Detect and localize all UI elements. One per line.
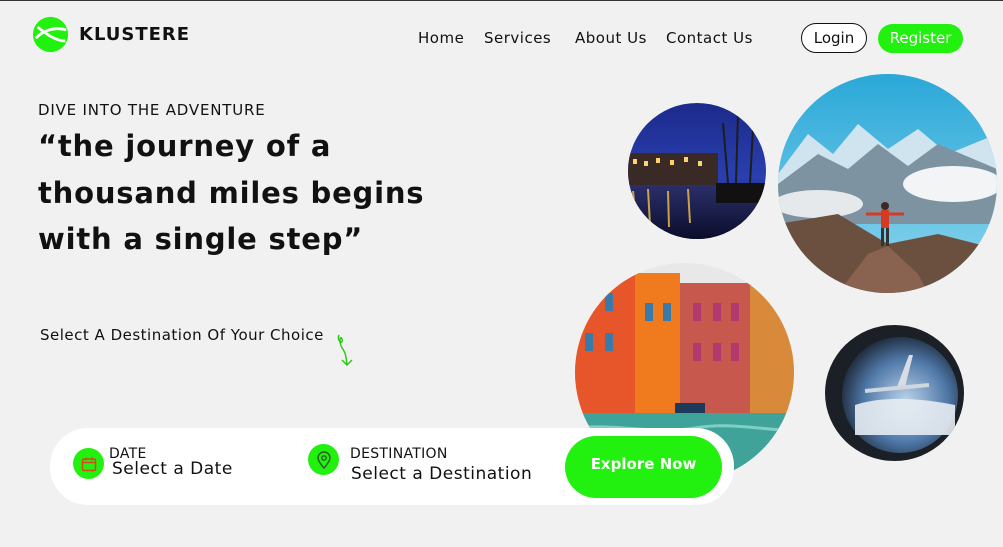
map-pin-icon[interactable] (308, 444, 339, 475)
nav-about-us[interactable]: About Us (575, 29, 647, 47)
destination-label: DESTINATION (350, 446, 448, 462)
brand-name: KLUSTERE (79, 24, 191, 45)
explore-now-button[interactable]: Explore Now (565, 436, 722, 498)
logo[interactable]: KLUSTERE (32, 16, 190, 53)
airplane-window-photo (825, 325, 964, 461)
hero-quote: “the journey of a thousand miles begins … (38, 123, 468, 263)
hero-quote-line: thousand miles begins (38, 175, 425, 210)
nav-services[interactable]: Services (484, 29, 551, 47)
destination-select[interactable]: Select a Destination (351, 464, 532, 484)
hero-quote-line: “the journey of a (38, 129, 332, 163)
register-button[interactable]: Register (878, 24, 963, 53)
globe-logo-icon (32, 16, 69, 53)
nav-contact-us[interactable]: Contact Us (666, 29, 753, 47)
hero-eyebrow: DIVE INTO THE ADVENTURE (38, 101, 266, 119)
nav-home[interactable]: Home (418, 29, 464, 47)
city-night-photo (628, 103, 766, 239)
date-select[interactable]: Select a Date (112, 459, 233, 479)
hero-quote-line: with a single step” (38, 222, 364, 256)
mountain-hiker-photo (778, 74, 997, 293)
curly-arrow-icon (337, 334, 353, 366)
select-destination-prompt: Select A Destination Of Your Choice (40, 326, 324, 344)
calendar-icon[interactable] (73, 448, 104, 479)
login-button[interactable]: Login (801, 23, 867, 53)
